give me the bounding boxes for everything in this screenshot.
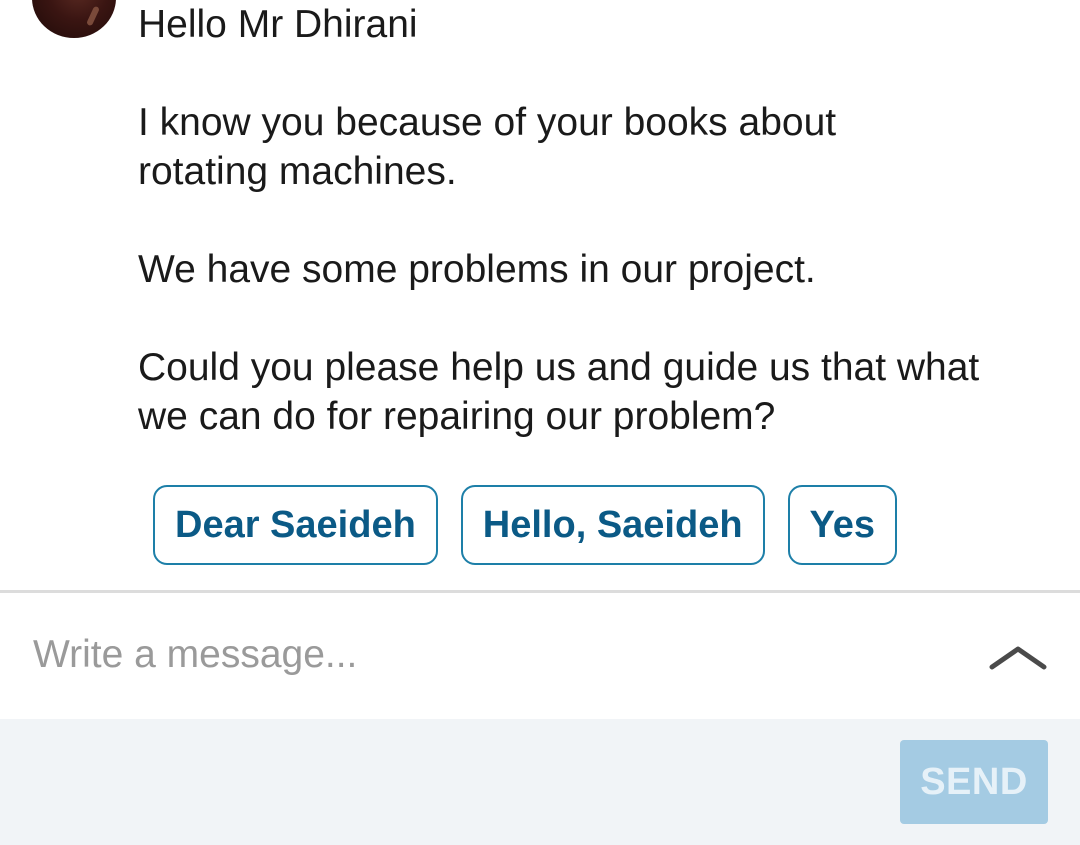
smart-replies: Dear Saeideh Hello, Saeideh Yes — [153, 485, 898, 565]
message-body: Hello Mr Dhirani I know you because of y… — [138, 0, 1048, 441]
compose-bar — [0, 593, 1080, 719]
message-line: we can do for repairing our problem? — [138, 395, 776, 438]
message-line: rotating machines. — [138, 150, 457, 193]
send-button[interactable]: SEND — [900, 740, 1048, 824]
message-line: Could you please help us and guide us th… — [138, 346, 980, 389]
sender-avatar[interactable] — [32, 0, 116, 38]
message-input[interactable] — [33, 625, 933, 685]
message-line: We have some problems in our project. — [138, 248, 816, 291]
avatar-hair-detail — [86, 5, 100, 27]
smart-reply-yes[interactable]: Yes — [787, 485, 898, 565]
message-line: I know you because of your books about — [138, 101, 837, 144]
smart-reply-hello-saeideh[interactable]: Hello, Saeideh — [460, 485, 765, 565]
compose-footer: SEND — [0, 719, 1080, 845]
chevron-up-icon[interactable] — [984, 633, 1052, 677]
smart-reply-dear-saeideh[interactable]: Dear Saeideh — [153, 485, 438, 565]
message-greeting: Hello Mr Dhirani — [138, 3, 418, 46]
